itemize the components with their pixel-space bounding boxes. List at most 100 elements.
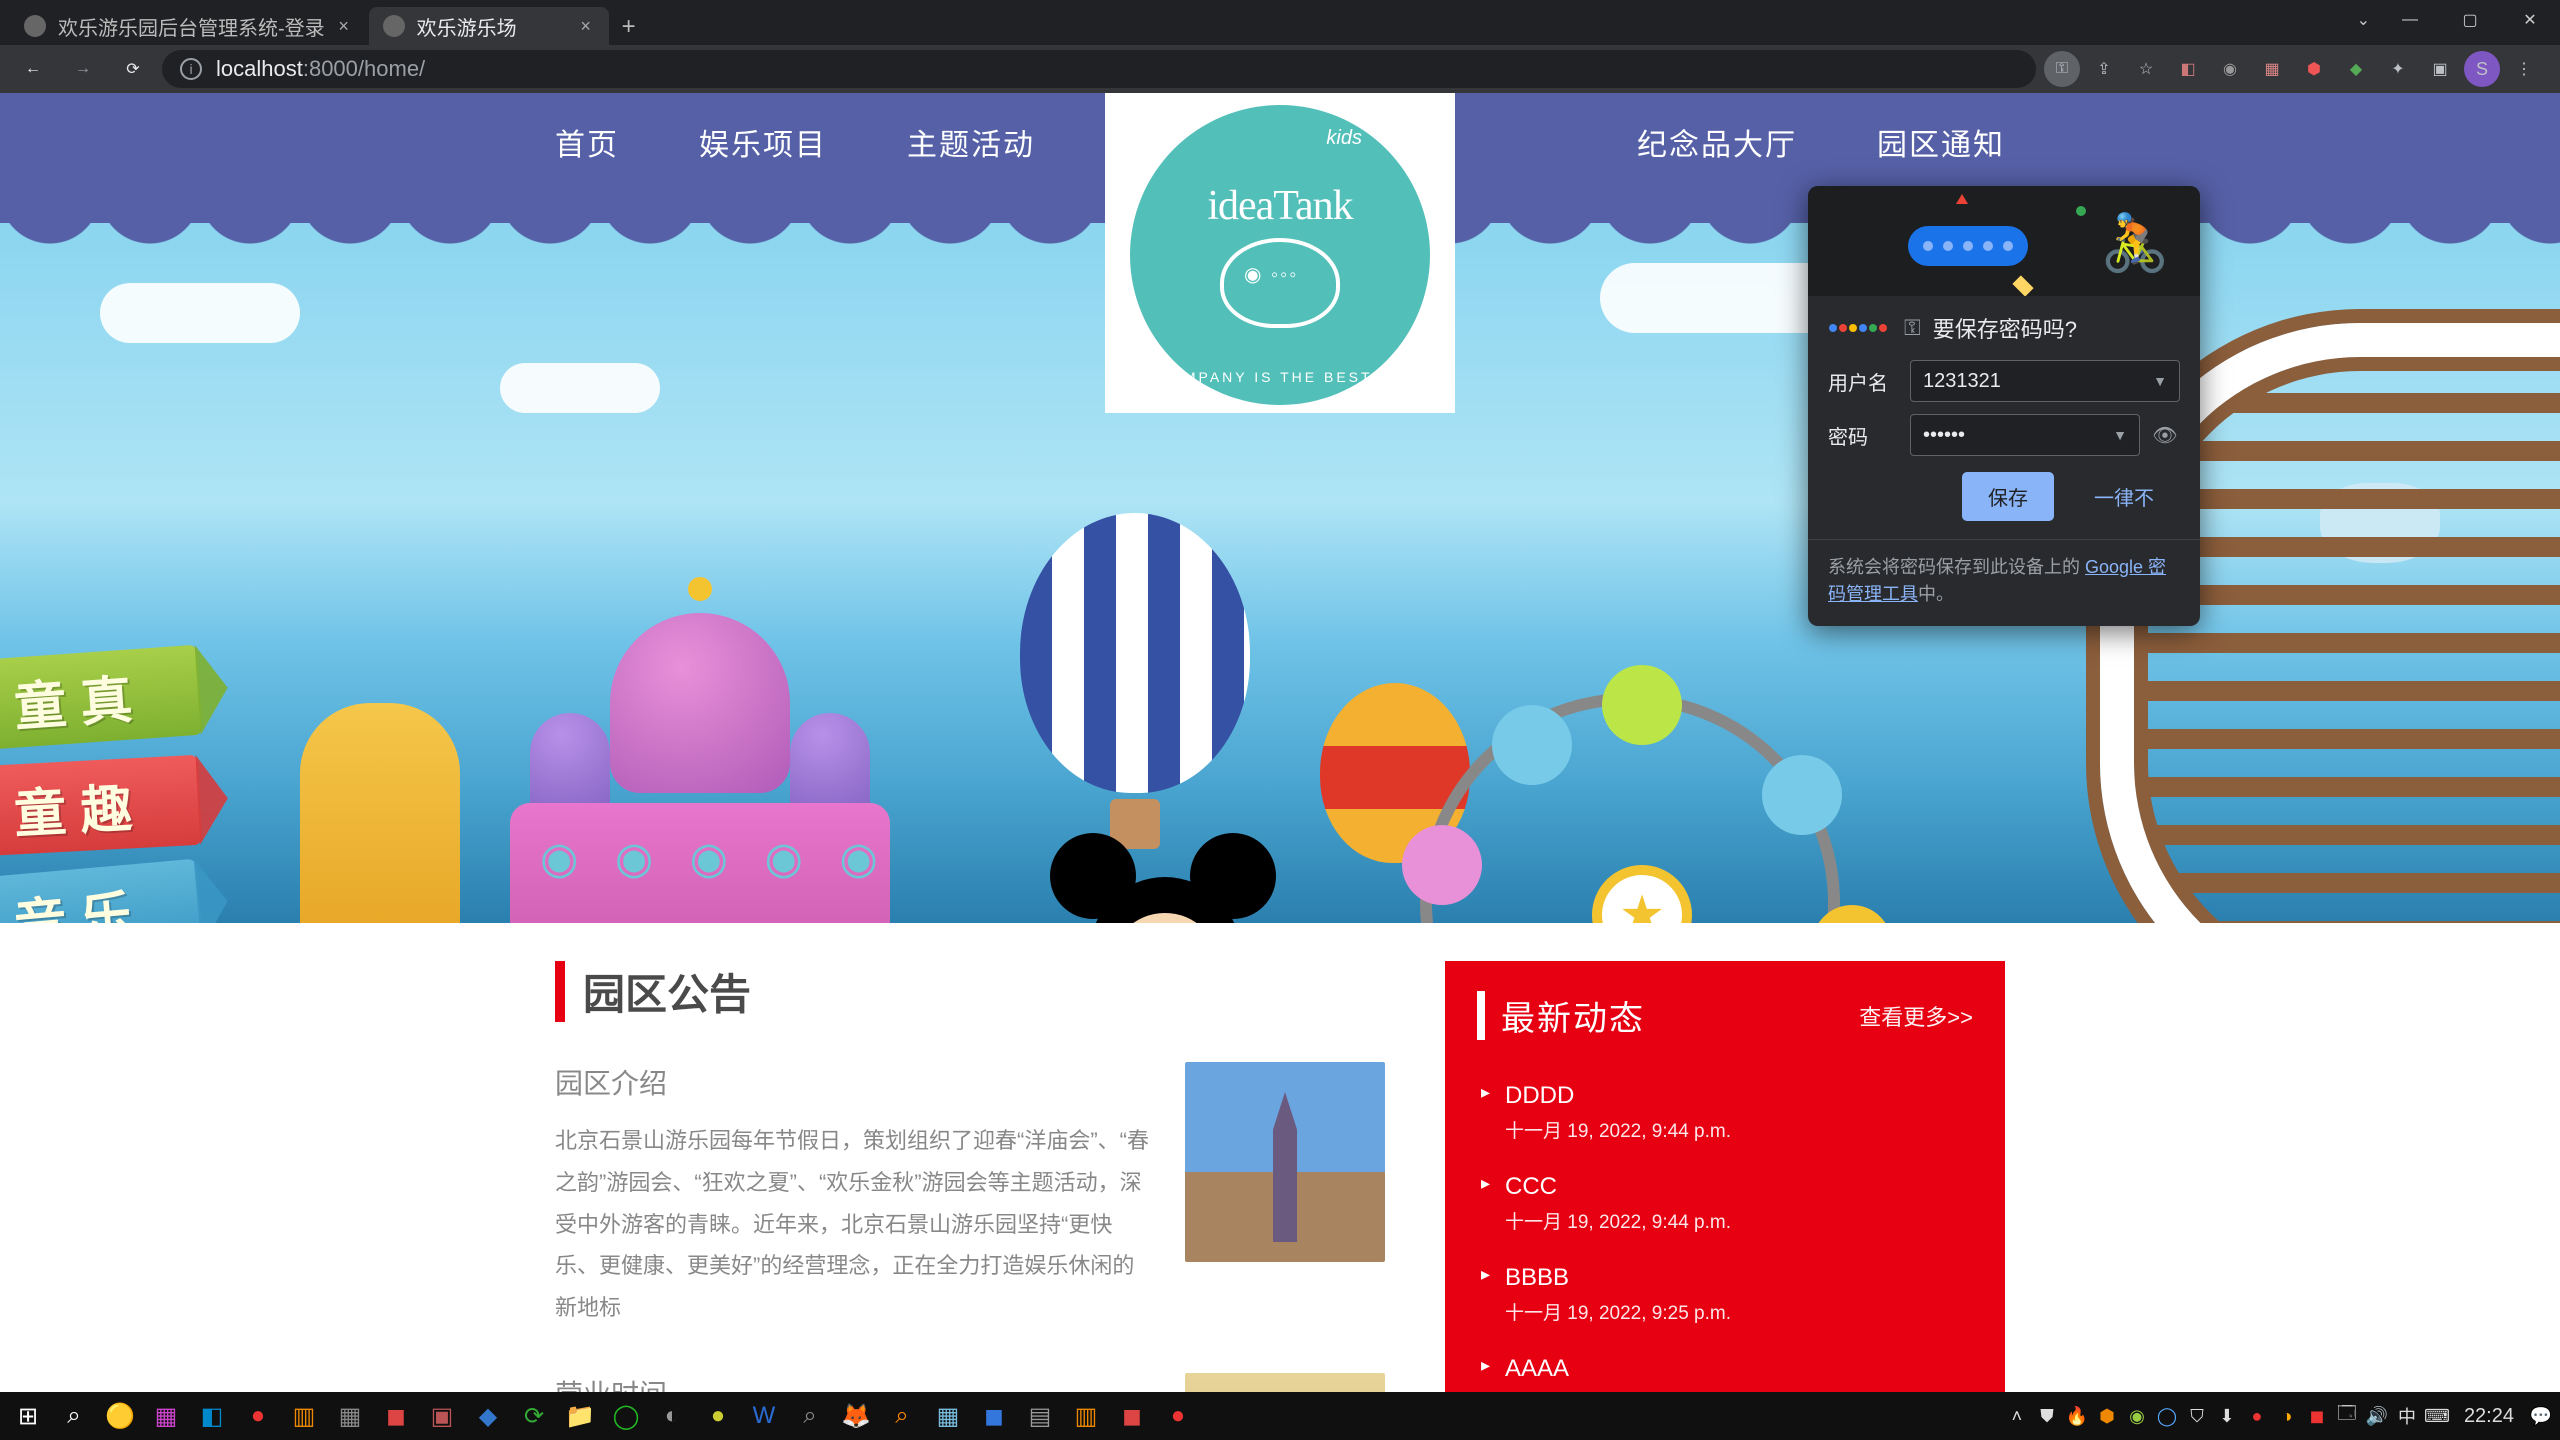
chevron-down-icon[interactable]: ▼ [2153,373,2167,389]
site-info-icon[interactable]: i [180,58,202,80]
hours-heading: 营业时间 [555,1373,1149,1392]
firefox-icon[interactable]: 🦊 [834,1394,878,1438]
ime-indicator[interactable]: 中 [2394,1403,2420,1429]
signpost: 童真 童趣 音乐 [0,653,200,923]
nav-notice[interactable]: 园区通知 [1877,120,2005,164]
profile-avatar[interactable]: S [2464,51,2500,87]
ext-icon-4[interactable]: ⬢ [2296,51,2332,87]
news-item[interactable]: CCC 十一月 19, 2022, 9:44 p.m. [1477,1159,1973,1250]
tray-icon[interactable]: 🗔 [2334,1403,2360,1429]
cyclist-icon: 🚴 [2100,210,2170,276]
save-button[interactable]: 保存 [1962,472,2054,521]
nav-events[interactable]: 主题活动 [907,120,1035,164]
app-icon[interactable]: ⌕ [788,1394,832,1438]
app-icon[interactable]: ● [236,1394,280,1438]
app-icon[interactable]: ▦ [144,1394,188,1438]
address-bar[interactable]: i localhost:8000/home/ [162,50,2036,88]
word-icon[interactable]: W [742,1394,786,1438]
app-icon[interactable]: ● [696,1394,740,1438]
volume-icon[interactable]: 🔊 [2364,1403,2390,1429]
password-key-icon[interactable]: ⚿ [2044,51,2080,87]
chrome-icon[interactable]: 🟡 [98,1394,142,1438]
wechat-icon[interactable]: ◯ [604,1394,648,1438]
search-icon[interactable]: ⌕ [52,1394,96,1438]
ext-icon-5[interactable]: ◆ [2338,51,2374,87]
clock[interactable]: 22:24 [2454,1405,2524,1428]
extensions-icon[interactable]: ✦ [2380,51,2416,87]
castle-illustration [490,703,910,923]
app-icon[interactable]: ◼ [972,1394,1016,1438]
cloud-icon [500,363,660,413]
nav-gifts[interactable]: 纪念品大厅 [1637,120,1797,164]
ext-icon-2[interactable]: ◉ [2212,51,2248,87]
announcements-column: 园区公告 园区介绍 北京石景山游乐园每年节假日，策划组织了迎春“洋庙会”、“春之… [555,961,1385,1392]
tray-icon[interactable]: ◉ [2124,1403,2150,1429]
tray-icon[interactable]: ⛊ [2034,1403,2060,1429]
close-icon[interactable]: × [335,17,353,35]
app-icon[interactable]: ▣ [420,1394,464,1438]
app-icon[interactable]: ◼ [374,1394,418,1438]
ext-icon-1[interactable]: ◧ [2170,51,2206,87]
app-icon[interactable]: ▤ [1018,1394,1062,1438]
sign-1: 童真 [0,645,203,752]
tray-icon[interactable]: ⌨ [2424,1403,2450,1429]
share-icon[interactable]: ⇪ [2086,51,2122,87]
site-logo[interactable]: kids ideaTank ACCOMPANY IS THE BEST LOVE [1105,93,1455,413]
app-icon[interactable]: ● [1156,1394,1200,1438]
minimize-button[interactable]: — [2380,0,2440,40]
app-icon[interactable]: ◐ [650,1394,694,1438]
never-button[interactable]: 一律不 [2068,472,2180,521]
nav-home[interactable]: 首页 [555,120,619,164]
bookmark-star-icon[interactable]: ☆ [2128,51,2164,87]
tray-icon[interactable]: 🔥 [2064,1403,2090,1429]
balloon-icon [1020,513,1250,793]
logo-kids: kids [1326,127,1362,150]
close-icon[interactable]: × [577,17,595,35]
news-item[interactable]: DDDD 十一月 19, 2022, 9:44 p.m. [1477,1068,1973,1159]
key-icon: ⚿ [1904,315,1921,341]
app-icon[interactable]: ⌕ [880,1394,924,1438]
app-icon[interactable]: ◧ [190,1394,234,1438]
start-button[interactable]: ⊞ [6,1394,50,1438]
tray-icon[interactable]: ⛉ [2184,1403,2210,1429]
app-icon[interactable]: ▦ [926,1394,970,1438]
forward-button[interactable]: → [62,48,104,90]
news-item[interactable]: BBBB 十一月 19, 2022, 9:25 p.m. [1477,1250,1973,1341]
tray-icon[interactable]: ⬇ [2214,1403,2240,1429]
password-input[interactable]: •••••• ▼ [1910,414,2140,456]
tray-icon[interactable]: ⬢ [2094,1403,2120,1429]
chevron-down-icon[interactable]: ▼ [2113,427,2127,443]
eye-icon[interactable]: 👁 [2150,423,2180,448]
ext-icon-3[interactable]: ▦ [2254,51,2290,87]
maximize-button[interactable]: ▢ [2440,0,2500,40]
tray-icon[interactable]: ◯ [2154,1403,2180,1429]
nav-rides[interactable]: 娱乐项目 [699,120,827,164]
back-button[interactable]: ← [12,48,54,90]
tray-icon[interactable]: ● [2244,1403,2270,1429]
close-window-button[interactable]: ✕ [2500,0,2560,40]
news-more-link[interactable]: 查看更多>> [1859,1000,1973,1032]
tab-dropdown-icon[interactable]: ⌄ [2357,10,2370,30]
reload-button[interactable]: ⟳ [112,48,154,90]
app-icon[interactable]: ▦ [328,1394,372,1438]
news-item[interactable]: AAAA 十一月 19, 2022, 9:25 p.m. [1477,1341,1973,1392]
tray-icon[interactable]: ◼ [2304,1403,2330,1429]
app-icon[interactable]: ▥ [1064,1394,1108,1438]
app-icon[interactable]: ◆ [466,1394,510,1438]
browser-tab-1[interactable]: 欢乐游乐园后台管理系统-登录 × [10,7,367,45]
file-explorer-icon[interactable]: 📁 [558,1394,602,1438]
app-icon[interactable]: ◼ [1110,1394,1154,1438]
menu-icon[interactable]: ⋮ [2506,51,2542,87]
username-label: 用户名 [1828,367,1900,396]
new-tab-button[interactable]: + [611,9,647,45]
sidepanel-icon[interactable]: ▣ [2422,51,2458,87]
windows-taskbar: ⊞ ⌕ 🟡 ▦ ◧ ● ▥ ▦ ◼ ▣ ◆ ⟳ 📁 ◯ ◐ ● W ⌕ 🦊 ⌕ … [0,1392,2560,1440]
browser-tab-2[interactable]: 欢乐游乐场 × [369,7,609,45]
app-icon[interactable]: ⟳ [512,1394,556,1438]
username-input[interactable]: 1231321 ▼ [1910,360,2180,402]
tray-chevron-icon[interactable]: ˄ [2004,1403,2030,1429]
action-center-icon[interactable]: 💬 [2528,1403,2554,1429]
url-port: :8000 [303,56,358,81]
tray-icon[interactable]: ◑ [2274,1403,2300,1429]
app-icon[interactable]: ▥ [282,1394,326,1438]
